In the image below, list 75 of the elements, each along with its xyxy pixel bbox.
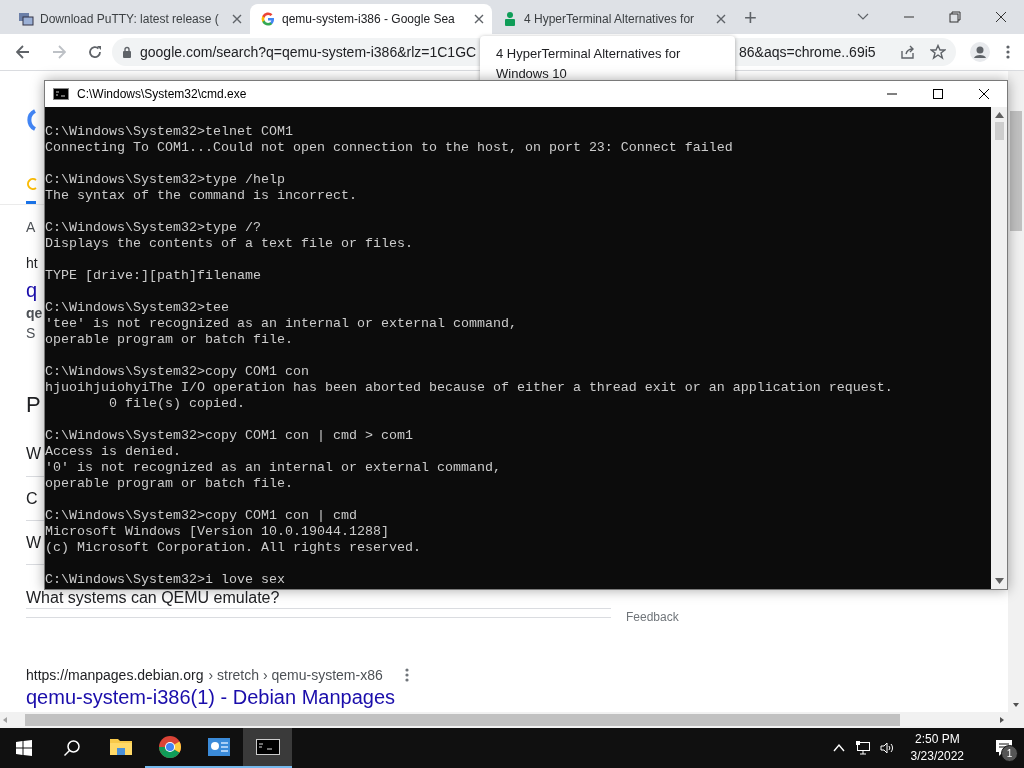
notification-count: 1 [1001,745,1018,762]
result-url: ht [26,254,38,273]
result-snippet: S [26,324,36,343]
result-path: › stretch › qemu-system-x86 [208,667,383,683]
console-line: TYPE [drive:][path]filename [45,268,261,284]
url-text: google.com/search?q=qemu-system-i386&rlz=1C1GC [140,44,475,60]
url-text: 86&aqs=chrome..69i5 [739,44,876,60]
scrollbar[interactable] [991,107,1007,589]
scrollbar[interactable] [0,712,1024,728]
console-line: 'tee' is not recognized as an internal or external command, [45,316,517,332]
scroll-thumb[interactable] [994,122,1004,140]
console-line: C:\Windows\System32>copy COM1 con | cmd > com1 [45,428,413,444]
console-line: The syntax of the command is incorrect. [45,188,357,204]
back-arrow-icon[interactable] [16,45,30,59]
console-line: 0 file(s) copied. [108,396,245,412]
scroll-thumb[interactable] [25,714,900,726]
console-line: C:\Windows\System32>type /help [45,172,285,188]
reload-icon[interactable] [88,45,102,59]
up-arrow-icon[interactable] [994,112,1004,118]
result-title-link[interactable]: qemu-system-i386(1) - Debian Manpages [26,685,396,709]
console-line: C:\Windows\System32>copy COM1 con [45,364,309,380]
down-arrow-icon[interactable] [994,578,1004,584]
clock-time[interactable]: 2:50 PM [914,731,960,748]
result-title-link[interactable]: q [26,277,38,303]
result-url: https://manpages.debian.org [26,667,204,683]
section-heading: P [26,391,41,419]
console-line: C:\Windows\System32>i love sex [45,572,285,588]
console-line: C:\Windows\System32>tee [45,300,229,316]
search-icon[interactable] [63,739,81,757]
console-line: hjuoihjuiohyiThe I/O operation has been aborted because of either a thread exit or an application request. [45,380,893,396]
feedback-link[interactable]: Feedback [626,610,679,624]
control-panel-icon [206,735,231,759]
question-item[interactable]: C [26,489,38,508]
console-line: Connecting To COM1...Could not open connection to the host, on port 23: Connect failed [45,140,733,156]
volume-icon[interactable] [878,740,895,756]
profile-icon[interactable] [970,42,990,62]
question-item[interactable]: W [26,445,42,463]
browser-tab[interactable]: 4 HyperTerminal Alternatives for [492,4,734,34]
star-icon[interactable] [930,44,946,60]
console-line: Microsoft Windows [Version 10.0.19044.1288] [45,524,389,540]
share-icon[interactable] [900,44,916,60]
console-line: C:\Windows\System32>telnet COM1 [45,124,293,140]
console-icon [53,88,69,100]
google-icon [260,11,276,27]
computer-icon [18,11,34,27]
console-line: (c) Microsoft Corporation. All rights reserved. [45,540,421,556]
console-line: Displays the contents of a text file or files. [45,236,413,252]
console-line: operable program or batch file. [45,476,293,492]
lock-icon [122,46,132,58]
taskbar-button[interactable] [243,728,292,768]
windows-logo-icon[interactable] [16,740,32,756]
clock-date[interactable]: 3/23/2022 [910,748,964,765]
result-snippet: qe [26,304,43,323]
scrollbar[interactable] [1008,71,1024,712]
chrome-icon [157,735,182,759]
console-line: operable program or batch file. [45,332,293,348]
person-icon [502,11,518,27]
menu-icon[interactable] [1006,45,1010,59]
result-snippet: A [26,218,36,237]
network-icon[interactable] [854,740,871,756]
question-item[interactable]: What systems can QEMU emulate? [26,589,280,607]
window-title: C:\Windows\System32\cmd.exe [77,87,247,101]
console-line: Access is denied. [45,444,181,460]
question-item[interactable]: W [26,533,42,552]
scroll-thumb[interactable] [1010,111,1022,231]
more-icon[interactable] [404,668,409,682]
new-tab-button[interactable]: + [744,6,757,30]
tooltip-text: Windows 10 [496,65,568,83]
console-line: C:\Windows\System32>copy COM1 con | cmd [45,508,357,524]
tooltip-text: 4 HyperTerminal Alternatives for [496,45,682,63]
console-line: '0' is not recognized as an internal or external command, [45,460,501,476]
console-line: C:\Windows\System32>type /? [45,220,261,236]
browser-tab[interactable]: Download PuTTY: latest release ( [8,4,250,34]
close-icon[interactable] [474,14,484,24]
browser-tab[interactable]: qemu-system-i386 - Google Sea [250,4,492,34]
